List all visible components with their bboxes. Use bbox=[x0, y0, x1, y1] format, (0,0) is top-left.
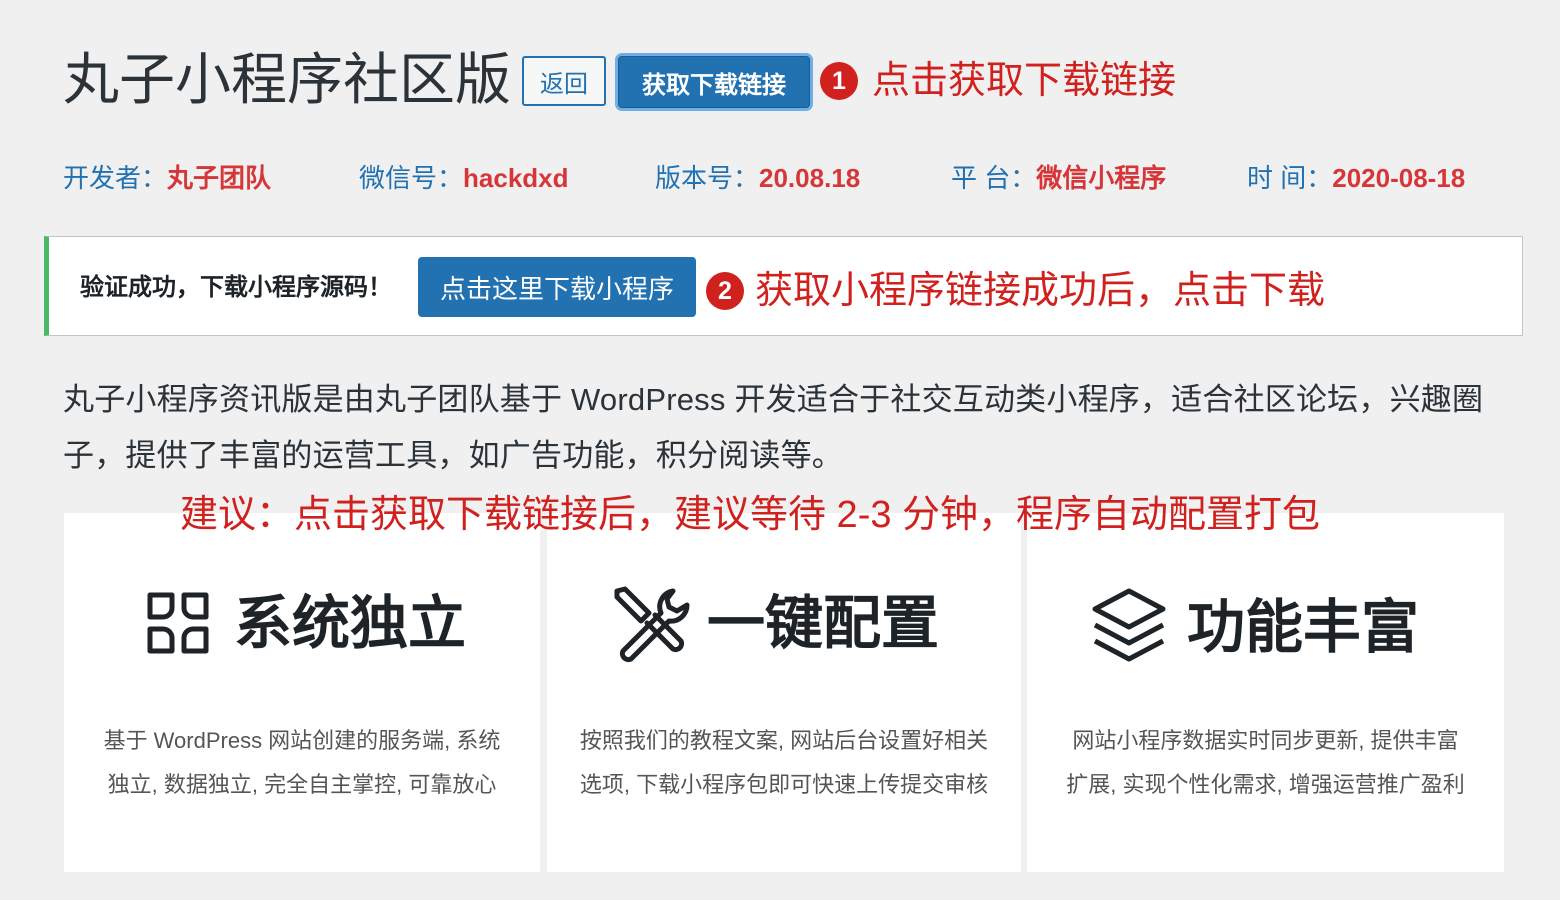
meta-wechat-key: 微信号： bbox=[359, 163, 464, 193]
suggestion-annotation: 建议：点击获取下载链接后，建议等待 2-3 分钟，程序自动配置打包 bbox=[180, 494, 1321, 536]
feature-desc-line: 按照我们的教程文案, 网站后台设置好相关 bbox=[579, 728, 989, 753]
feature-title-standalone: 系统独立 bbox=[234, 591, 467, 656]
back-button[interactable]: 返回 bbox=[522, 56, 606, 106]
feature-desc-line: 基于 WordPress 网站创建的服务端, 系统 bbox=[103, 728, 501, 753]
feature-desc-standalone: 基于 WordPress 网站创建的服务端, 系统 独立, 数据独立, 完全自主… bbox=[64, 719, 540, 807]
feature-desc-line: 网站小程序数据实时同步更新, 提供丰富 bbox=[1072, 728, 1459, 753]
meta-date-key: 时 间： bbox=[1247, 163, 1333, 193]
tools-icon bbox=[614, 586, 690, 663]
meta-wechat-value: hackdxd bbox=[463, 163, 569, 193]
feature-desc-one-click: 按照我们的教程文案, 网站后台设置好相关 选项, 下载小程序包即可快速上传提交审… bbox=[547, 719, 1021, 807]
meta-platform: 平 台：微信小程序 bbox=[951, 160, 1166, 196]
feature-desc-line: 扩展, 实现个性化需求, 增强运营推广盈利 bbox=[1066, 772, 1465, 797]
grid-icon bbox=[147, 592, 209, 654]
meta-developer: 开发者：丸子团队 bbox=[63, 160, 271, 196]
get-download-link-button[interactable]: 获取下载链接 bbox=[618, 56, 810, 108]
meta-version: 版本号：20.08.18 bbox=[655, 160, 860, 196]
feature-title-one-click: 一键配置 bbox=[707, 591, 940, 656]
page-title: 丸子小程序社区版 bbox=[63, 48, 511, 111]
meta-developer-key: 开发者： bbox=[63, 163, 168, 193]
meta-version-value: 20.08.18 bbox=[759, 163, 861, 193]
notice-text: 验证成功，下载小程序源码！ bbox=[80, 274, 392, 301]
meta-date: 时 间：2020-08-18 bbox=[1247, 160, 1465, 196]
description: 丸子小程序资讯版是由丸子团队基于 WordPress 开发适合于社交互动类小程序… bbox=[63, 382, 1484, 473]
feature-desc-rich-features: 网站小程序数据实时同步更新, 提供丰富 扩展, 实现个性化需求, 增强运营推广盈… bbox=[1027, 719, 1504, 807]
download-miniprogram-button[interactable]: 点击这里下载小程序 bbox=[418, 257, 696, 317]
feature-card-one-click: 一键配置 按照我们的教程文案, 网站后台设置好相关 选项, 下载小程序包即可快速… bbox=[547, 513, 1021, 872]
feature-title-rich-features: 功能丰富 bbox=[1187, 595, 1420, 660]
step-1-annotation: 点击获取下载链接 bbox=[872, 60, 1177, 102]
meta-date-value: 2020-08-18 bbox=[1332, 163, 1466, 193]
meta-platform-key: 平 台： bbox=[951, 163, 1037, 193]
meta-developer-value: 丸子团队 bbox=[167, 163, 272, 193]
feature-desc-line: 独立, 数据独立, 完全自主掌控, 可靠放心 bbox=[107, 772, 497, 797]
meta-platform-value: 微信小程序 bbox=[1036, 163, 1167, 193]
meta-wechat: 微信号：hackdxd bbox=[359, 160, 569, 196]
step-2-annotation: 获取小程序链接成功后，点击下载 bbox=[755, 270, 1326, 312]
feature-card-standalone: 系统独立 基于 WordPress 网站创建的服务端, 系统 独立, 数据独立,… bbox=[64, 513, 540, 872]
layers-icon bbox=[1092, 588, 1166, 662]
meta-version-key: 版本号： bbox=[655, 163, 760, 193]
feature-card-rich-features: 功能丰富 网站小程序数据实时同步更新, 提供丰富 扩展, 实现个性化需求, 增强… bbox=[1027, 513, 1504, 872]
step-2-badge: 2 bbox=[706, 272, 744, 310]
step-1-badge: 1 bbox=[820, 62, 858, 100]
feature-desc-line: 选项, 下载小程序包即可快速上传提交审核 bbox=[579, 772, 989, 797]
